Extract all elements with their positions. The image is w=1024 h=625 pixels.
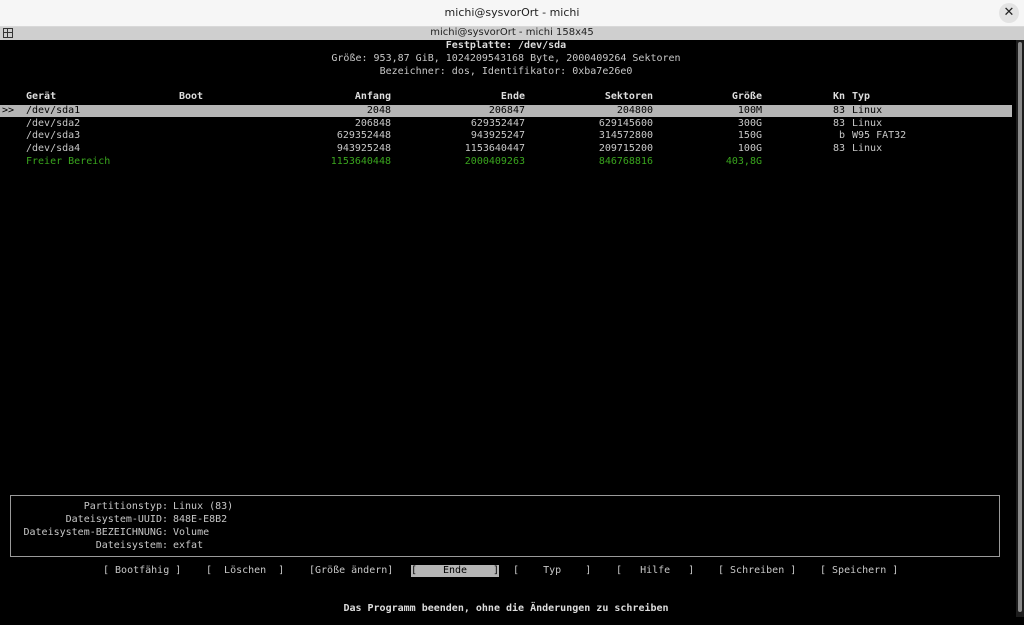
resize-button[interactable]: [Größe ändern] [309, 565, 393, 577]
row-id: 83 [832, 143, 845, 154]
row-sectors: 629145600 [598, 118, 653, 129]
free-sectors: 846768816 [598, 156, 653, 167]
free-end: 2000409263 [464, 156, 525, 167]
disk-heading: Festplatte: /dev/sda [445, 40, 567, 51]
row-type: W95 FAT32 [852, 130, 907, 141]
window-titlebar: michi@sysvorOrt - michi ✕ [0, 0, 1024, 27]
info-label: Dateisystem: [95, 540, 168, 551]
quit-bracket-close: ] [492, 565, 499, 576]
free-size: 403,8G [725, 156, 762, 167]
scrollbar-thumb[interactable] [1018, 42, 1022, 612]
save-button[interactable]: [ Speichern ] [820, 565, 898, 577]
free-device: Freier Bereich [26, 156, 111, 167]
row-start: 2048 [366, 105, 391, 116]
bootable-button[interactable]: [ Bootfähig ] [103, 565, 181, 577]
write-button[interactable]: [ Schreiben ] [718, 565, 796, 577]
row-size: 150G [737, 130, 762, 141]
row-device: /dev/sda4 [26, 143, 81, 154]
row-type: Linux [852, 143, 883, 154]
col-size: Größe [731, 91, 762, 102]
row-end: 1153640447 [464, 143, 525, 154]
info-label: Partitionstyp: [83, 501, 168, 512]
close-button[interactable]: ✕ [999, 3, 1019, 23]
row-end: 943925247 [470, 130, 525, 141]
row-sectors: 204800 [616, 105, 653, 116]
free-start: 1153640448 [330, 156, 391, 167]
row-start: 943925248 [336, 143, 391, 154]
row-id: 83 [832, 105, 845, 116]
row-sectors: 314572800 [598, 130, 653, 141]
row-type: Linux [852, 118, 883, 129]
row-size: 100G [737, 143, 762, 154]
help-button[interactable]: [ Hilfe ] [616, 565, 694, 577]
info-value: Linux (83) [173, 501, 234, 512]
info-value: exfat [173, 540, 204, 551]
row-cursor: >> [2, 105, 15, 116]
col-id: Kn [833, 91, 846, 102]
info-value: 848E-E8B2 [173, 514, 228, 525]
col-boot: Boot [179, 91, 204, 102]
row-size: 100M [737, 105, 762, 116]
row-device: /dev/sda3 [26, 130, 81, 141]
info-label: Dateisystem-UUID: [65, 514, 168, 525]
row-start: 629352448 [336, 130, 391, 141]
col-sectors: Sektoren [604, 91, 653, 102]
row-sectors: 209715200 [598, 143, 653, 154]
row-device: /dev/sda1 [26, 105, 81, 116]
type-button[interactable]: [ Typ ] [513, 565, 591, 577]
status-line: Das Programm beenden, ohne die Änderunge… [343, 603, 669, 614]
tab-title: michi@sysvorOrt - michi 158x45 [430, 27, 594, 38]
row-start: 206848 [354, 118, 391, 129]
row-end: 206847 [488, 105, 525, 116]
disk-label-line: Bezeichner: dos, Identifikator: 0xba7e26… [379, 66, 633, 77]
row-type: Linux [852, 105, 883, 116]
row-end: 629352447 [470, 118, 525, 129]
info-value: Volume [173, 527, 210, 538]
quit-label: Ende [442, 565, 468, 576]
info-label: Dateisystem-BEZEICHNUNG: [23, 527, 169, 538]
window-title: michi@sysvorOrt - michi [444, 6, 580, 19]
col-start: Anfang [354, 91, 391, 102]
col-type: Typ [852, 91, 871, 102]
delete-button[interactable]: [ Löschen ] [206, 565, 284, 577]
row-id: b [838, 130, 845, 141]
row-device: /dev/sda2 [26, 118, 81, 129]
col-device: Gerät [26, 91, 57, 102]
row-size: 300G [737, 118, 762, 129]
quit-button[interactable]: [ Ende ] [411, 565, 499, 625]
col-end: Ende [500, 91, 525, 102]
scrollbar[interactable] [1016, 40, 1024, 617]
row-id: 83 [832, 118, 845, 129]
tab-bar: michi@sysvorOrt - michi 158x45 [0, 27, 1024, 40]
close-icon: ✕ [1003, 5, 1015, 20]
disk-size-line: Größe: 953,87 GiB, 1024209543168 Byte, 2… [331, 53, 681, 64]
